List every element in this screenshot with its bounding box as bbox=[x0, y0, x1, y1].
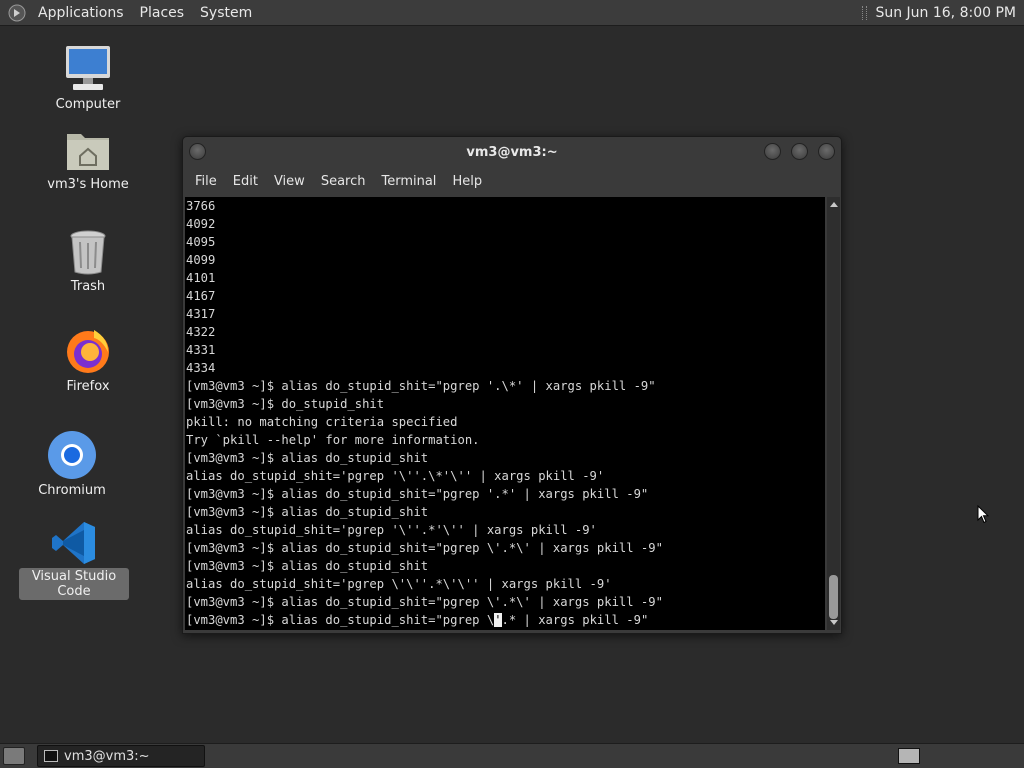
scrollbar-thumb[interactable] bbox=[829, 575, 838, 619]
desktop-icon-trash[interactable]: Trash bbox=[33, 228, 143, 295]
menu-help[interactable]: Help bbox=[444, 174, 490, 189]
taskbar-window-label: vm3@vm3:~ bbox=[64, 748, 150, 764]
terminal-line: [vm3@vm3 ~]$ alias do_stupid_shit="pgrep… bbox=[186, 379, 656, 393]
terminal-line: alias do_stupid_shit='pgrep \'\''.*\'\''… bbox=[186, 577, 612, 591]
terminal-line: pkill: no matching criteria specified bbox=[186, 415, 458, 429]
computer-icon bbox=[66, 46, 110, 90]
desktop-icon-firefox[interactable]: Firefox bbox=[33, 326, 143, 395]
menu-system[interactable]: System bbox=[192, 5, 260, 21]
desktop-icon-label: Chromium bbox=[38, 483, 106, 498]
desktop-icon-vscode[interactable]: Visual Studio Code bbox=[19, 520, 129, 600]
terminal-line: [vm3@vm3 ~]$ alias do_stupid_shit bbox=[186, 451, 429, 465]
terminal-line: [vm3@vm3 ~]$ alias do_stupid_shit bbox=[186, 505, 429, 519]
terminal-window[interactable]: vm3@vm3:~ File Edit View Search Terminal… bbox=[182, 136, 842, 634]
terminal-line: 4334 bbox=[186, 361, 216, 375]
vscode-icon bbox=[52, 522, 95, 564]
terminal-line: [vm3@vm3 ~]$ alias do_stupid_shit="pgrep… bbox=[186, 595, 663, 609]
terminal-line: 4099 bbox=[186, 253, 216, 267]
terminal-line: 4101 bbox=[186, 271, 216, 285]
distro-logo-icon[interactable] bbox=[8, 4, 26, 22]
window-menu-button[interactable] bbox=[189, 143, 206, 160]
terminal-line: [vm3@vm3 ~]$ alias do_stupid_shit bbox=[186, 559, 429, 573]
bottom-panel: vm3@vm3:~ bbox=[0, 743, 1024, 768]
workspace-switcher[interactable] bbox=[898, 748, 920, 764]
menu-file[interactable]: File bbox=[187, 174, 225, 189]
desktop-icon-home[interactable]: vm3's Home bbox=[33, 128, 143, 193]
terminal-line: 4092 bbox=[186, 217, 216, 231]
top-panel: Applications Places System Sun Jun 16, 8… bbox=[0, 0, 1024, 26]
chromium-icon bbox=[48, 431, 96, 479]
trash-icon bbox=[70, 230, 106, 275]
prompt-text-before-cursor: [vm3@vm3 ~]$ alias do_stupid_shit="pgrep… bbox=[186, 613, 495, 627]
desktop-icon-label: Trash bbox=[70, 279, 106, 294]
terminal-scrollbar[interactable] bbox=[827, 197, 840, 630]
desktop-icon-label: vm3's Home bbox=[47, 177, 129, 192]
menu-edit[interactable]: Edit bbox=[225, 174, 266, 189]
text-cursor: ' bbox=[494, 613, 502, 627]
clock[interactable]: Sun Jun 16, 8:00 PM bbox=[875, 5, 1016, 21]
terminal-line: [vm3@vm3 ~]$ alias do_stupid_shit="pgrep… bbox=[186, 541, 663, 555]
mouse-pointer-icon bbox=[977, 505, 989, 524]
desktop-icon-label: Computer bbox=[55, 97, 121, 112]
menu-places[interactable]: Places bbox=[132, 5, 193, 21]
scroll-up-arrow-icon[interactable] bbox=[830, 202, 838, 207]
firefox-icon bbox=[67, 330, 109, 373]
menu-terminal[interactable]: Terminal bbox=[373, 174, 444, 189]
terminal-icon bbox=[44, 750, 58, 762]
desktop-icon-label: Visual Studio Code bbox=[19, 568, 129, 600]
terminal-prompt-line[interactable]: [vm3@vm3 ~]$ alias do_stupid_shit="pgrep… bbox=[186, 611, 825, 629]
terminal-line: 4167 bbox=[186, 289, 216, 303]
panel-right: Sun Jun 16, 8:00 PM bbox=[862, 5, 1024, 21]
terminal-line: 4322 bbox=[186, 325, 216, 339]
titlebar[interactable]: vm3@vm3:~ bbox=[183, 137, 841, 167]
prompt-text-after-cursor: .* | xargs pkill -9" bbox=[501, 613, 649, 627]
close-button[interactable] bbox=[818, 143, 835, 160]
desktop-icon-chromium[interactable]: Chromium bbox=[17, 430, 127, 499]
minimize-button[interactable] bbox=[764, 143, 781, 160]
scroll-down-arrow-icon[interactable] bbox=[830, 620, 838, 625]
terminal-output[interactable]: 3766 4092 4095 4099 4101 4167 4317 4322 … bbox=[185, 197, 825, 630]
terminal-line: alias do_stupid_shit='pgrep '\''.*'\'' |… bbox=[186, 523, 597, 537]
home-folder-icon bbox=[67, 134, 109, 170]
terminal-line: [vm3@vm3 ~]$ do_stupid_shit bbox=[186, 397, 385, 411]
terminal-line: Try `pkill --help' for more information. bbox=[186, 433, 480, 447]
desktop-icon-label: Firefox bbox=[66, 379, 110, 394]
terminal-line: 4095 bbox=[186, 235, 216, 249]
terminal-menubar: File Edit View Search Terminal Help bbox=[183, 167, 841, 195]
terminal-line: 3766 bbox=[186, 199, 216, 213]
show-desktop-button[interactable] bbox=[3, 747, 25, 765]
terminal-line: 4331 bbox=[186, 343, 216, 357]
menu-applications[interactable]: Applications bbox=[30, 5, 132, 21]
desktop-icon-computer[interactable]: Computer bbox=[33, 44, 143, 113]
maximize-button[interactable] bbox=[791, 143, 808, 160]
menu-view[interactable]: View bbox=[266, 174, 313, 189]
taskbar-window-button[interactable]: vm3@vm3:~ bbox=[37, 745, 205, 767]
window-title: vm3@vm3:~ bbox=[466, 144, 558, 160]
menu-search[interactable]: Search bbox=[313, 174, 374, 189]
terminal-line: alias do_stupid_shit='pgrep '\''.\*'\'' … bbox=[186, 469, 605, 483]
terminal-line: [vm3@vm3 ~]$ alias do_stupid_shit="pgrep… bbox=[186, 487, 649, 501]
panel-separator bbox=[862, 5, 868, 20]
terminal-line: 4317 bbox=[186, 307, 216, 321]
